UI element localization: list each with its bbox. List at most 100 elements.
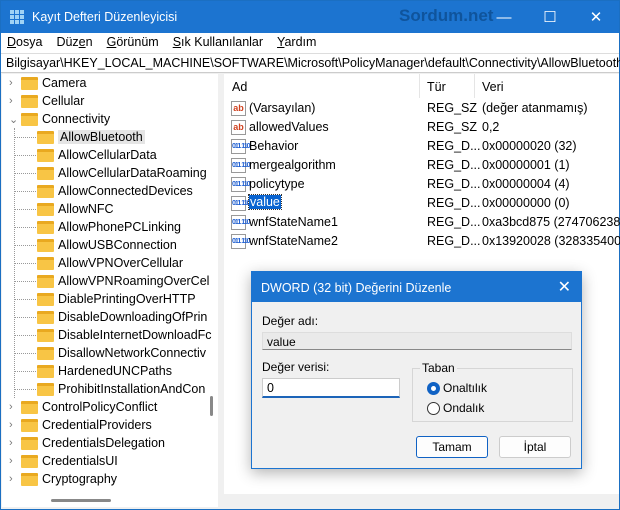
tree-item[interactable]: › Cellular xyxy=(2,92,218,110)
table-row[interactable]: 011 110 Behavior REG_D... 0x00000020 (32) xyxy=(224,137,619,156)
tree-item-label: Camera xyxy=(42,76,87,90)
tree-item[interactable]: DiablePrintingOverHTTP xyxy=(2,290,218,308)
tree-item-label: AllowCellularDataRoaming xyxy=(58,166,207,180)
tree-item-label: AllowNFC xyxy=(58,202,114,216)
watermark: Sordum.net xyxy=(399,6,494,25)
menu-bar: Dosya Düzen Görünüm Sık Kullanılanlar Yardım xyxy=(1,33,619,53)
chevron-down-icon[interactable]: ⌄ xyxy=(9,113,19,126)
column-header-name[interactable]: Ad xyxy=(232,80,247,94)
tree-item[interactable]: › CredentialsUI xyxy=(2,452,218,470)
tree-item[interactable]: DisableDownloadingOfPrin xyxy=(2,308,218,326)
tree-item-label: AllowCellularData xyxy=(58,148,157,162)
reg-dword-icon: 011 110 xyxy=(231,234,251,249)
decimal-radio[interactable]: Ondalık xyxy=(427,401,484,415)
tree-item[interactable]: › Cryptography xyxy=(2,470,218,488)
tree-horizontal-scrollbar[interactable] xyxy=(51,499,111,502)
tree-item-label: AllowPhonePCLinking xyxy=(58,220,181,234)
table-row[interactable]: 011 110 mergealgorithm REG_D... 0x00000001 … xyxy=(224,156,619,175)
chevron-right-icon[interactable]: › xyxy=(9,473,19,485)
tree-connector xyxy=(15,371,36,372)
tree-connector xyxy=(15,173,36,174)
tree-item-label: DisableInternetDownloadFc xyxy=(58,328,212,342)
edit-dword-dialog: DWORD (32 bit) Değerini Düzenle ✕ Değer … xyxy=(251,271,582,469)
reg-dword-icon: 011 110 xyxy=(231,139,251,154)
value-name: (Varsayılan) xyxy=(249,101,316,115)
hex-radio[interactable]: Onaltılık xyxy=(427,381,487,395)
table-row[interactable]: ab allowedValues REG_SZ 0,2 xyxy=(224,118,619,137)
chevron-right-icon[interactable]: › xyxy=(9,437,19,449)
folder-icon xyxy=(21,454,38,468)
column-header-type[interactable]: Tür xyxy=(427,80,446,94)
menu-item[interactable]: Dosya xyxy=(7,33,42,53)
decimal-radio-label: Ondalık xyxy=(443,401,485,415)
tree-item[interactable]: AllowVPNOverCellular xyxy=(2,254,218,272)
value-type: REG_D... xyxy=(427,139,481,153)
table-row[interactable]: ab (Varsayılan) REG_SZ (değer atanmamış) xyxy=(224,99,619,118)
cancel-button[interactable]: İptal xyxy=(499,436,571,458)
folder-icon xyxy=(37,184,54,198)
value-data-input[interactable]: 0 xyxy=(262,378,400,398)
value-data: 0,2 xyxy=(482,120,500,134)
minimize-button[interactable]: — xyxy=(481,1,527,33)
chevron-right-icon[interactable]: › xyxy=(9,455,19,467)
tree-item[interactable]: ⌄ Connectivity xyxy=(2,110,218,128)
tree-item[interactable]: AllowUSBConnection xyxy=(2,236,218,254)
folder-icon xyxy=(21,472,38,486)
tree-item[interactable]: › CredentialProviders xyxy=(2,416,218,434)
tree-item[interactable]: AllowPhonePCLinking xyxy=(2,218,218,236)
tree-item[interactable]: › Camera xyxy=(2,74,218,92)
menu-item[interactable]: Düzen xyxy=(56,33,92,53)
tree-item[interactable]: ProhibitInstallationAndCon xyxy=(2,380,218,398)
close-button[interactable]: ✕ xyxy=(573,1,619,33)
tree-item[interactable]: HardenedUNCPaths xyxy=(2,362,218,380)
tree-item[interactable]: AllowConnectedDevices xyxy=(2,182,218,200)
title-bar: Kayıt Defteri Düzenleyicisi Sordum.net —… xyxy=(1,1,619,33)
chevron-right-icon[interactable]: › xyxy=(9,401,19,413)
tree-connector xyxy=(15,281,36,282)
dialog-title-bar: DWORD (32 bit) Değerini Düzenle ✕ xyxy=(252,272,581,302)
value-data-label: Değer verisi: xyxy=(262,360,330,374)
tree-item[interactable]: AllowVPNRoamingOverCel xyxy=(2,272,218,290)
table-row[interactable]: 011 110 policytype REG_D... 0x00000004 (4) xyxy=(224,175,619,194)
column-divider[interactable] xyxy=(474,74,475,98)
address-bar[interactable]: Bilgisayar\HKEY_LOCAL_MACHINE\SOFTWARE\M… xyxy=(1,53,620,73)
menu-item[interactable]: Sık Kullanılanlar xyxy=(173,33,263,53)
folder-icon xyxy=(37,328,54,342)
tree-item-label: AllowUSBConnection xyxy=(58,238,177,252)
value-type: REG_SZ xyxy=(427,120,478,134)
tree-item-label: CredentialProviders xyxy=(42,418,152,432)
tree-item[interactable]: AllowCellularData xyxy=(2,146,218,164)
dialog-close-button[interactable]: ✕ xyxy=(558,277,571,297)
ok-button[interactable]: Tamam xyxy=(416,436,488,458)
tree-connector xyxy=(15,299,36,300)
value-data: 0x00000004 (4) xyxy=(482,177,570,191)
column-divider[interactable] xyxy=(419,74,420,98)
tree-item[interactable]: DisableInternetDownloadFc xyxy=(2,326,218,344)
chevron-right-icon[interactable]: › xyxy=(9,419,19,431)
tree-item[interactable]: › ControlPolicyConflict xyxy=(2,398,218,416)
value-name-field: value xyxy=(262,332,572,350)
table-row[interactable]: 011 110 wnfStateName1 REG_D... 0xa3bcd875 (… xyxy=(224,213,620,232)
table-row[interactable]: 011 110 wnfStateName2 REG_D... 0x13920028 (… xyxy=(224,232,620,251)
tree-item[interactable]: › CredentialsDelegation xyxy=(2,434,218,452)
menu-item[interactable]: Yardım xyxy=(277,33,316,53)
tree-item[interactable]: DisallowNetworkConnectiv xyxy=(2,344,218,362)
tree-item[interactable]: AllowNFC xyxy=(2,200,218,218)
value-data: 0x13920028 (328335400) xyxy=(482,234,620,248)
tree-connector xyxy=(15,155,36,156)
value-data: 0xa3bcd875 (2747062389) xyxy=(482,215,620,229)
menu-item[interactable]: Görünüm xyxy=(107,33,159,53)
reg-dword-icon: 011 110 xyxy=(231,196,251,211)
tree-item-label: AllowConnectedDevices xyxy=(58,184,193,198)
chevron-right-icon[interactable]: › xyxy=(9,95,19,107)
reg-dword-icon: 011 110 xyxy=(231,177,251,192)
tree-connector xyxy=(15,209,36,210)
maximize-button[interactable]: ☐ xyxy=(527,1,573,33)
reg-sz-icon: ab xyxy=(231,101,246,116)
tree-item[interactable]: AllowCellularDataRoaming xyxy=(2,164,218,182)
folder-icon xyxy=(37,364,54,378)
tree-item[interactable]: AllowBluetooth xyxy=(2,128,218,146)
chevron-right-icon[interactable]: › xyxy=(9,77,19,89)
table-row[interactable]: 011 110 value REG_D... 0x00000000 (0) xyxy=(224,194,619,213)
column-header-data[interactable]: Veri xyxy=(482,80,504,94)
